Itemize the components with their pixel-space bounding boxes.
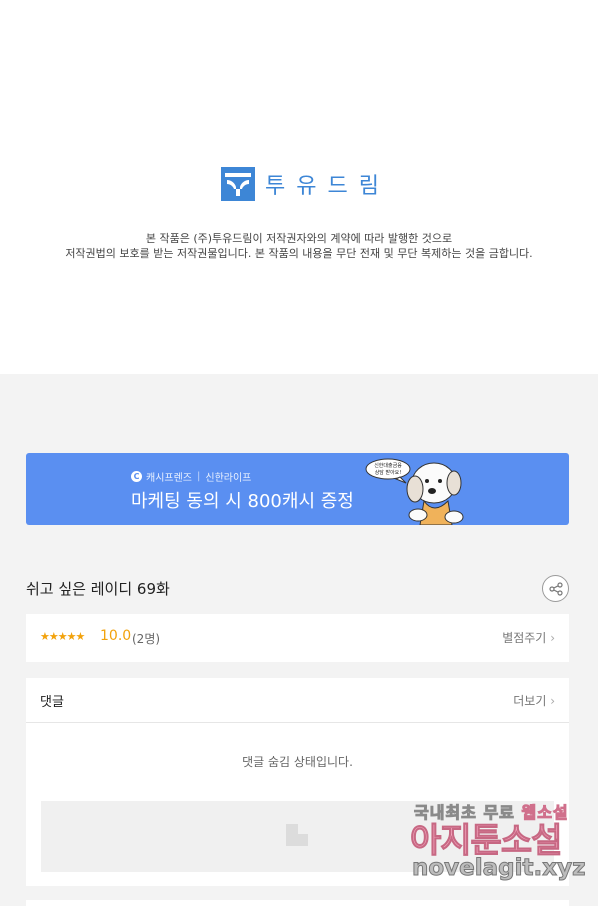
rating-stars: ★★★★★	[40, 630, 85, 643]
comment-more-link[interactable]: 더보기 ›	[513, 692, 555, 709]
logo-text: 투유드림	[265, 174, 390, 199]
cashfriends-logo-icon: C	[131, 471, 142, 482]
comment-section: 댓글 더보기 › 댓글 숨김 상태입니다.	[26, 678, 569, 886]
banner-brand: C 캐시프렌즈 | 신한라이프	[131, 469, 251, 484]
promo-banner[interactable]: C 캐시프렌즈 | 신한라이프 마케팅 동의 시 800캐시 증정 신한대출금융…	[26, 453, 569, 525]
svg-text:신한대출금융: 신한대출금융	[374, 462, 402, 469]
svg-text:상담 받아요!: 상담 받아요!	[375, 469, 402, 476]
share-button[interactable]	[542, 575, 569, 602]
rating-count: (2명)	[132, 632, 161, 646]
chevron-right-icon: ›	[550, 694, 555, 708]
dog-mascot-icon: 신한대출금융 상담 받아요!	[365, 458, 464, 525]
header-section: 투유드림 본 작품은 (주)투유드림이 저작권자와의 계약에 따라 발행한 것으…	[0, 0, 598, 374]
rating-score: 10.0	[100, 628, 132, 644]
brand-cash: 캐시프렌즈	[146, 473, 192, 484]
notice-line-2: 저작권법의 보호를 받는 저작권물입니다. 본 작품의 내용을 무단 전재 및 …	[65, 247, 533, 260]
comment-title: 댓글	[40, 695, 64, 710]
brand-separator: |	[197, 471, 201, 482]
rate-label: 별점주기	[502, 631, 547, 645]
todream-logo-icon	[221, 167, 255, 201]
comment-hidden-message: 댓글 숨김 상태입니다.	[242, 755, 353, 769]
share-icon	[548, 581, 563, 596]
chevron-right-icon: ›	[550, 631, 555, 645]
rating-card: ★★★★★ 10.0 (2명) 별점주기 ›	[26, 614, 569, 662]
more-label: 더보기	[513, 694, 547, 708]
episode-title: 쉬고 싶은 레이디 69화	[26, 580, 170, 598]
next-card	[26, 900, 569, 906]
notice-line-1: 본 작품은 (주)투유드림이 저작권자와의 계약에 따라 발행한 것으로	[145, 232, 453, 245]
banner-title: 마케팅 동의 시 800캐시 증정	[131, 491, 354, 512]
comment-header: 댓글 더보기 ›	[26, 678, 569, 723]
rate-button[interactable]: 별점주기 ›	[502, 629, 555, 646]
image-placeholder-icon	[286, 824, 308, 846]
publisher-logo: 투유드림	[221, 167, 390, 201]
copyright-notice: 본 작품은 (주)투유드림이 저작권자와의 계약에 따라 발행한 것으로 저작권…	[0, 231, 598, 261]
brand-partner: 신한라이프	[205, 473, 252, 484]
ad-placeholder[interactable]	[41, 801, 554, 872]
